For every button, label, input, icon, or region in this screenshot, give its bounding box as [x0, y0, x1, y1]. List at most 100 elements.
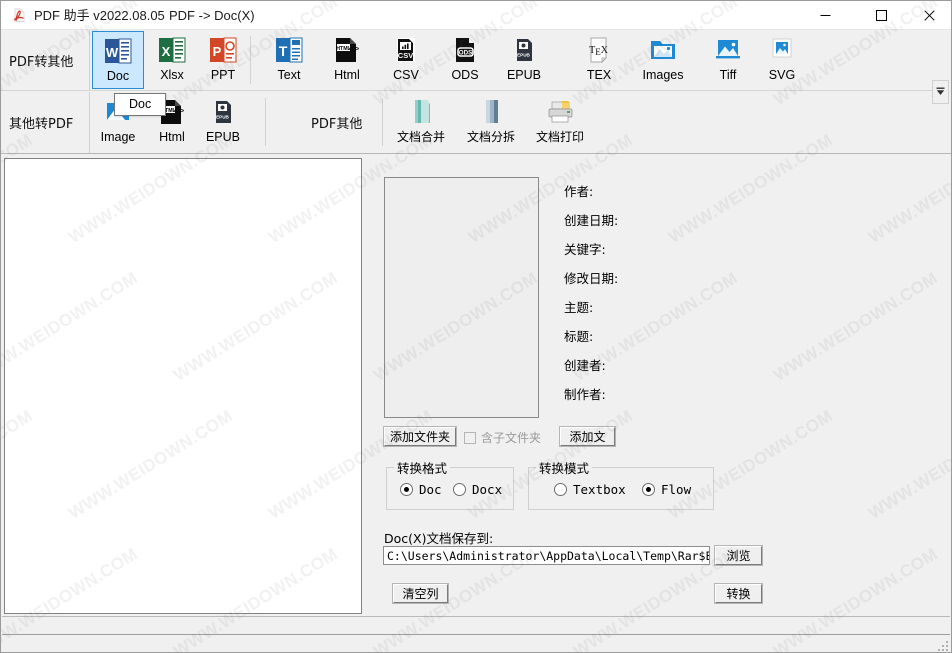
format-group-title: 转换格式: [394, 458, 451, 477]
svg-text:T: T: [279, 43, 288, 59]
checkbox-box: [464, 431, 476, 444]
output-path-input[interactable]: C:\Users\Administrator\AppData\Local\Tem…: [383, 546, 710, 565]
ribbon-item-text[interactable]: T Text: [263, 31, 315, 89]
add-file-button[interactable]: 添加文: [559, 426, 616, 447]
radio-label: Textbox: [573, 482, 626, 497]
ribbon-item-tiff[interactable]: Tiff: [702, 31, 754, 89]
application-window: PDF 助手 v2022.08.05 PDF -> Doc(X) PDF转其他 …: [0, 0, 952, 653]
ribbon-item-doc[interactable]: W Doc: [92, 31, 144, 89]
ribbon-item-svg[interactable]: SVG: [756, 31, 808, 89]
add-folder-button[interactable]: 添加文件夹: [383, 426, 457, 447]
window-title: PDF 助手 v2022.08.05: [34, 8, 165, 23]
ribbon-item-tex[interactable]: TEX TEX: [573, 31, 625, 89]
radio-mode-textbox[interactable]: Textbox: [554, 482, 626, 497]
radio-mode-flow[interactable]: Flow: [642, 482, 691, 497]
ribbon-item-label: SVG: [768, 68, 796, 82]
ribbon-item-images[interactable]: Images: [634, 31, 692, 89]
ribbon-item-xlsx[interactable]: X Xlsx: [146, 31, 198, 89]
ribbon-item-label: PPT: [210, 68, 236, 82]
svg-text:P: P: [213, 44, 222, 59]
radio-dot: [554, 483, 567, 496]
ribbon-item-label: Image: [100, 130, 136, 144]
row-label-other-to-pdf: 其他转PDF: [9, 117, 74, 132]
bottom-pane: [2, 616, 950, 634]
radio-format-doc[interactable]: Doc: [400, 482, 442, 497]
svg-text:W: W: [106, 45, 119, 60]
split-docs-icon: [474, 96, 508, 128]
svg-image-icon: [765, 34, 799, 66]
svg-text:EPUB: EPUB: [216, 115, 229, 120]
ribbon-item-label: EPUB: [205, 130, 241, 144]
svg-text:</>: </>: [349, 46, 359, 53]
svg-text:ODS: ODS: [459, 50, 472, 57]
ribbon-divider-3: [382, 98, 383, 146]
metadata-label-keywords: 关键字:: [564, 242, 606, 257]
ribbon-item-print-docs[interactable]: 文档打印: [529, 93, 591, 151]
svg-text:TEX: TEX: [589, 45, 609, 57]
ribbon-item-html[interactable]: HTML </> Html: [321, 31, 373, 89]
ribbon-item-label: 文档打印: [535, 130, 584, 144]
metadata-label-modified: 修改日期:: [564, 271, 619, 286]
ods-file-icon: ODS: [448, 34, 482, 66]
maximize-button[interactable]: [858, 1, 904, 29]
excel-xlsx-icon: X: [155, 34, 189, 66]
output-path-label: Doc(X)文档保存到:: [384, 531, 494, 546]
ribbon-item-label: 文档合并: [396, 130, 445, 144]
ribbon-item-label: CSV: [393, 68, 419, 82]
merge-docs-icon: [404, 96, 438, 128]
status-bar: [2, 634, 950, 652]
close-button[interactable]: [906, 1, 951, 29]
radio-label: Flow: [661, 482, 692, 497]
svg-text:EPUB: EPUB: [517, 53, 530, 58]
window-subtitle: PDF -> Doc(X): [169, 8, 255, 23]
ribbon-scroll-down-button[interactable]: [932, 80, 949, 104]
pdf-icon: [11, 7, 28, 24]
scroll-down-icon: [936, 85, 945, 99]
include-subfolder-checkbox[interactable]: 含子文件夹: [464, 429, 541, 446]
ribbon-toolbar: PDF转其他 W Doc X Xlsx P PPT T Text HTML </…: [1, 30, 951, 154]
tiff-image-icon: [711, 34, 745, 66]
convert-button[interactable]: 转换: [714, 583, 763, 604]
radio-label: Doc: [419, 482, 442, 497]
metadata-label-author: 作者:: [564, 184, 594, 199]
file-list-panel[interactable]: [4, 158, 362, 614]
mode-group-title: 转换模式: [536, 458, 593, 477]
epub-file-icon: EPUB: [206, 96, 240, 128]
metadata-panel: 作者: 创建日期: 关键字: 修改日期: 主题: 标题: 创建者: 制作者:: [564, 177, 764, 409]
row-label-pdf-other: PDF其他: [311, 117, 363, 132]
ribbon-item-ods[interactable]: ODS ODS: [439, 31, 491, 89]
row-label-pdf-to-other: PDF转其他: [9, 55, 74, 70]
resize-grip[interactable]: [936, 639, 948, 651]
epub-file-icon: EPUB: [507, 34, 541, 66]
ribbon-item-label: 文档分拆: [466, 130, 515, 144]
close-icon: [923, 9, 935, 21]
ribbon-item-csv[interactable]: CSV CSV: [380, 31, 432, 89]
format-group: 转换格式 Doc Docx: [386, 458, 514, 510]
html-file-icon: HTML </>: [330, 34, 364, 66]
title-bar: PDF 助手 v2022.08.05 PDF -> Doc(X): [1, 1, 951, 30]
radio-dot: [400, 483, 413, 496]
row2-divider: [89, 92, 90, 153]
ribbon-item-ppt[interactable]: P PPT: [197, 31, 249, 89]
ribbon-item-epub-to-pdf[interactable]: EPUB EPUB: [197, 93, 249, 151]
ribbon-item-label: ODS: [451, 68, 479, 82]
minimize-button[interactable]: [802, 1, 848, 29]
ribbon-item-merge-docs[interactable]: 文档合并: [390, 93, 452, 151]
ribbon-item-label: Html: [334, 68, 360, 82]
row1-divider: [89, 30, 90, 91]
word-doc-icon: W: [101, 35, 135, 67]
pdf-thumbnail-preview: [384, 177, 539, 418]
ribbon-item-epub[interactable]: EPUB EPUB: [498, 31, 550, 89]
radio-format-docx[interactable]: Docx: [453, 482, 502, 497]
clear-list-button[interactable]: 清空列: [392, 583, 449, 604]
watermark-text: WWW.WEIDOWN.COM: [865, 406, 951, 523]
text-file-icon: T: [272, 34, 306, 66]
ribbon-item-label: Xlsx: [160, 68, 184, 82]
radio-dot: [642, 483, 655, 496]
maximize-icon: [875, 9, 887, 21]
svg-text:CSV: CSV: [398, 51, 413, 60]
radio-label: Docx: [472, 482, 503, 497]
ribbon-divider-1: [250, 36, 251, 84]
ribbon-item-split-docs[interactable]: 文档分拆: [460, 93, 522, 151]
browse-button[interactable]: 浏览: [714, 545, 763, 566]
